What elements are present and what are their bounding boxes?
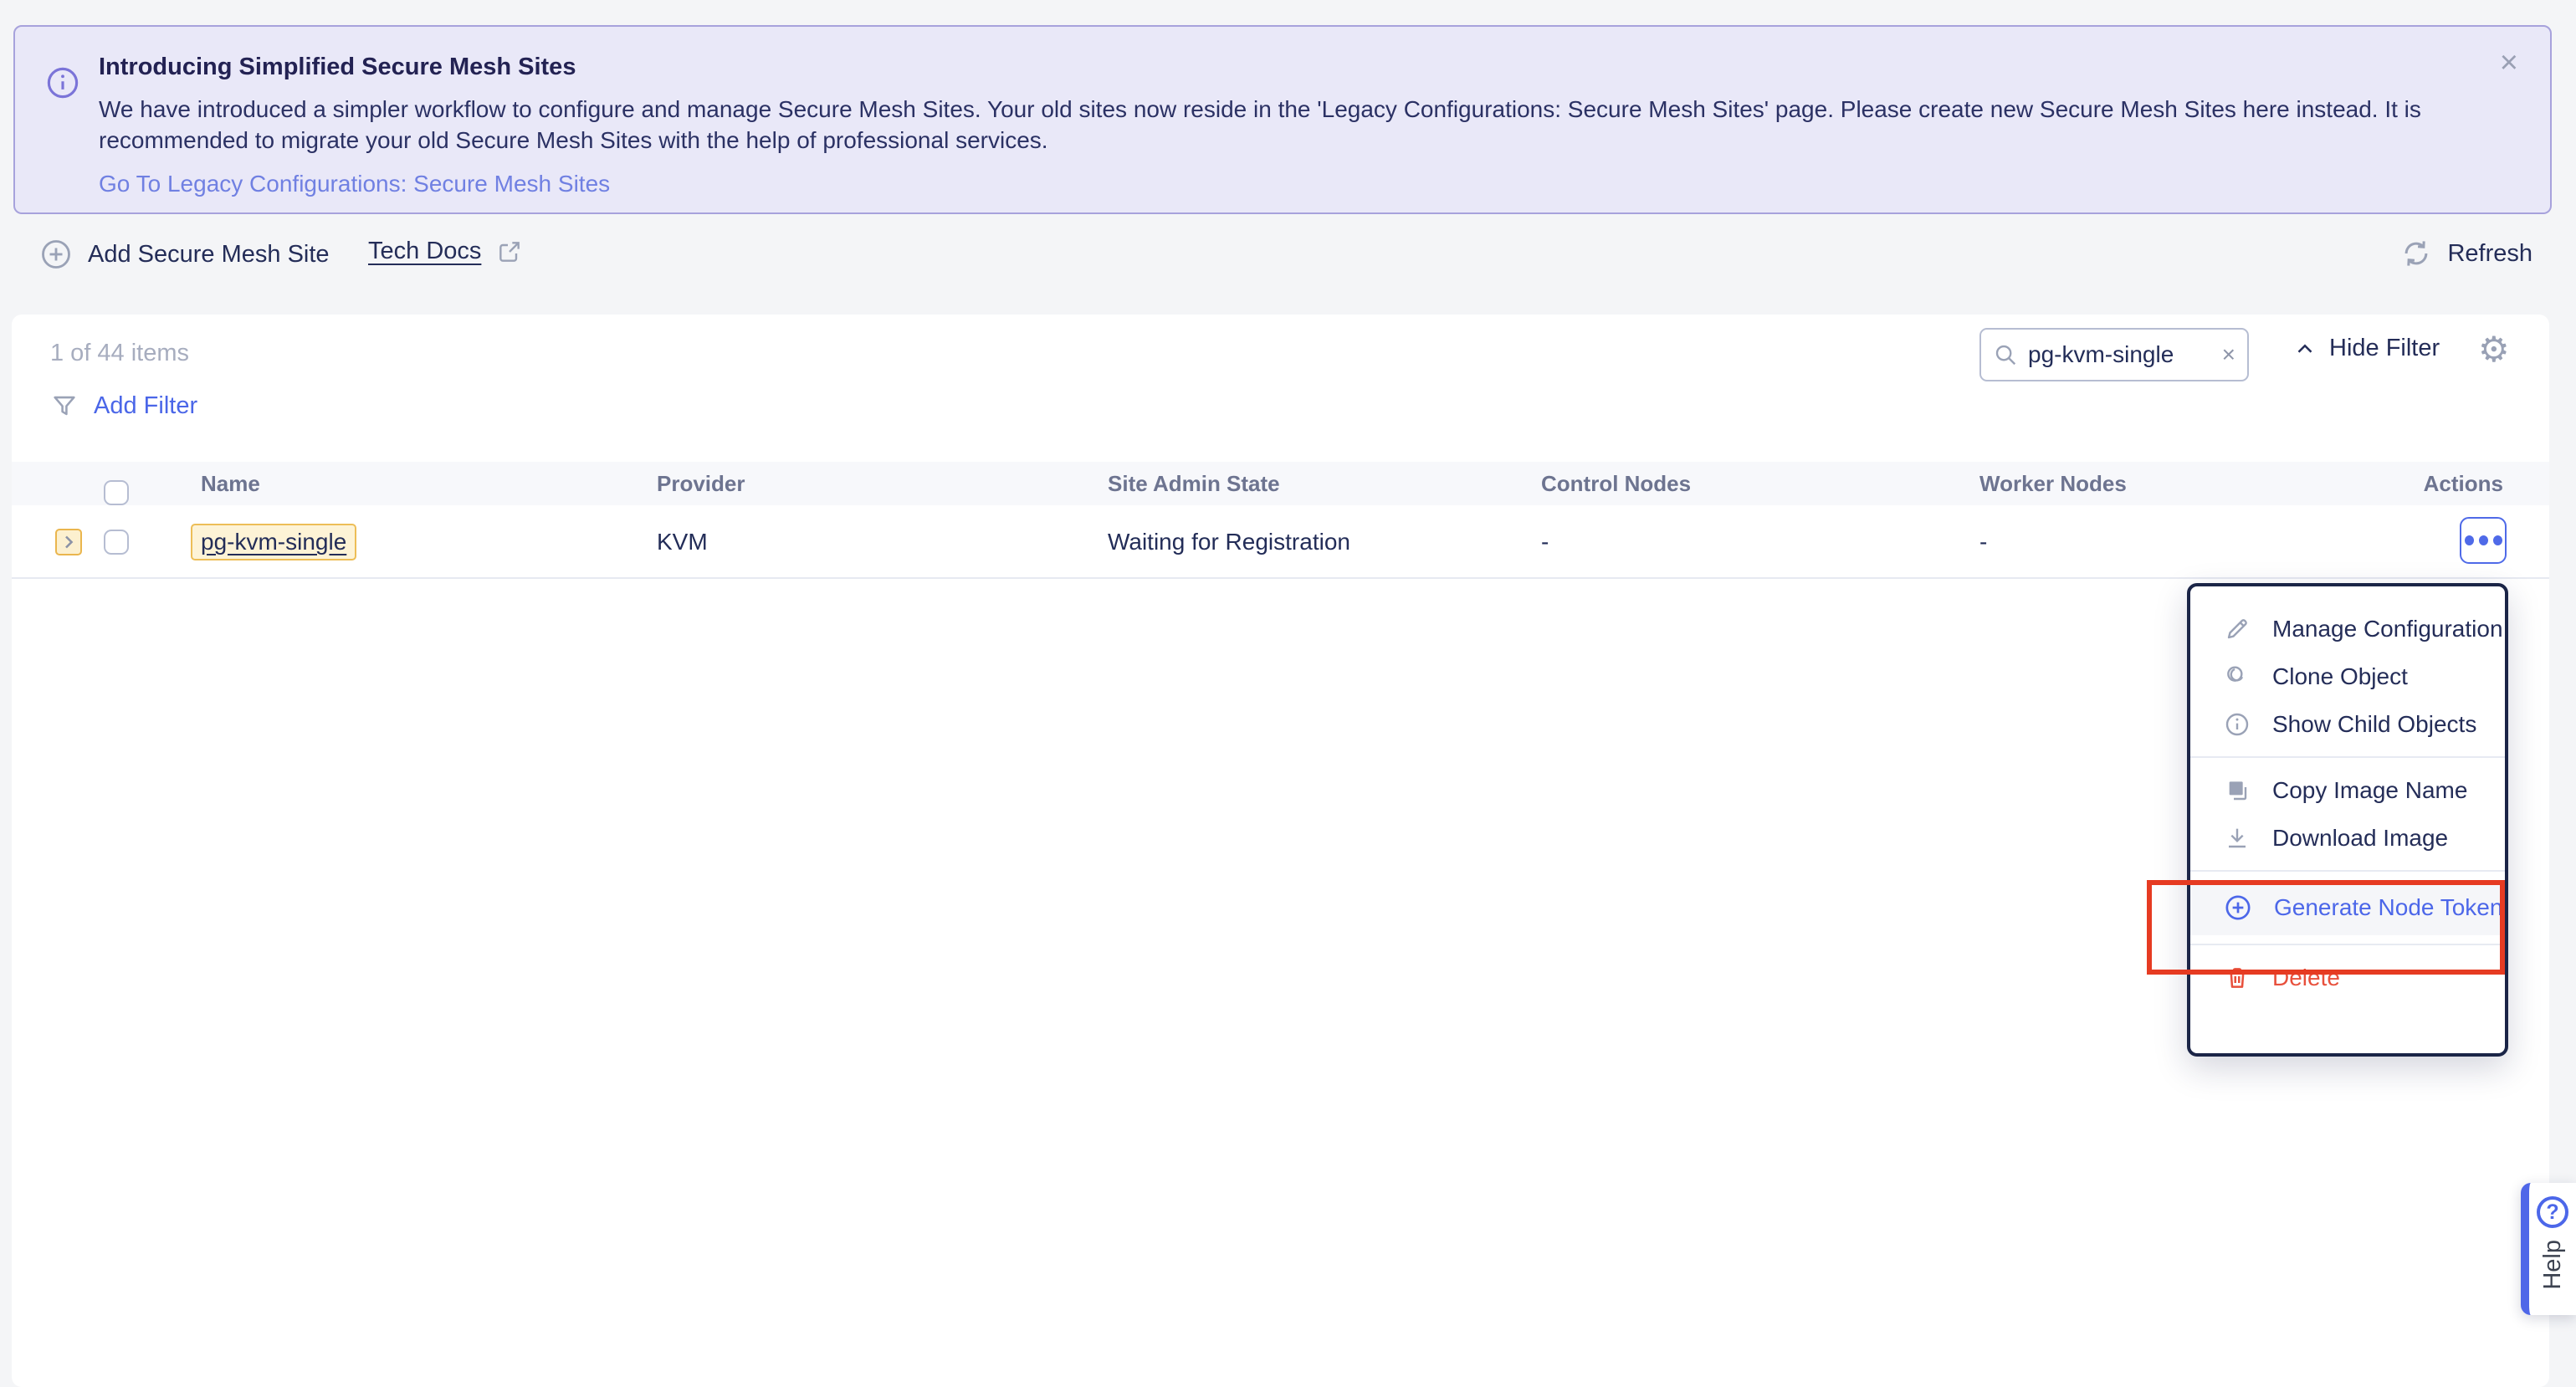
- refresh-button[interactable]: Refresh: [2400, 238, 2532, 269]
- tech-docs-label: Tech Docs: [368, 238, 481, 265]
- row-actions-menu: Manage Configuration Clone Object Show C…: [2187, 583, 2508, 1057]
- download-icon: [2224, 825, 2251, 852]
- banner-title: Introducing Simplified Secure Mesh Sites: [99, 52, 2500, 82]
- site-name-link[interactable]: pg-kvm-single: [191, 524, 356, 560]
- tech-docs-link[interactable]: Tech Docs: [368, 238, 523, 265]
- column-header-actions: Actions: [2421, 462, 2503, 505]
- column-header-control-nodes[interactable]: Control Nodes: [1541, 462, 1691, 505]
- menu-divider: [2190, 870, 2505, 872]
- help-question-icon: ?: [2537, 1196, 2568, 1228]
- column-header-name[interactable]: Name: [201, 462, 260, 505]
- filter-funnel-icon: [50, 392, 79, 420]
- info-icon: [45, 65, 80, 100]
- table-header: Name Provider Site Admin State Control N…: [12, 462, 2549, 505]
- row-expander-chevron-icon[interactable]: [55, 529, 82, 555]
- menu-item-label: Generate Node Token: [2274, 894, 2502, 921]
- external-link-icon: [496, 238, 523, 265]
- gear-icon[interactable]: ⚙: [2478, 330, 2510, 370]
- menu-item-label: Delete: [2272, 965, 2340, 991]
- menu-item-download-image[interactable]: Download Image: [2190, 814, 2505, 862]
- menu-item-generate-node-token[interactable]: Generate Node Token: [2190, 880, 2505, 935]
- refresh-icon: [2400, 238, 2432, 269]
- search-icon: [1993, 342, 2018, 367]
- menu-item-label: Download Image: [2272, 825, 2448, 852]
- plus-circle-icon: [39, 238, 73, 271]
- menu-item-label: Manage Configuration: [2272, 616, 2503, 642]
- search-box[interactable]: ×: [1979, 328, 2249, 381]
- copy-icon: [2224, 777, 2251, 804]
- help-label: Help: [2539, 1240, 2567, 1290]
- pencil-icon: [2224, 616, 2251, 642]
- add-filter-button[interactable]: Add Filter: [50, 392, 197, 420]
- refresh-label: Refresh: [2447, 240, 2532, 268]
- help-tab[interactable]: ? Help: [2521, 1183, 2576, 1315]
- menu-item-show-child-objects[interactable]: Show Child Objects: [2190, 700, 2505, 748]
- banner-body: We have introduced a simpler workflow to…: [99, 94, 2500, 156]
- hide-filter-button[interactable]: Hide Filter: [2292, 335, 2440, 362]
- banner-close-icon[interactable]: ×: [2500, 47, 2518, 79]
- column-header-provider[interactable]: Provider: [657, 462, 745, 505]
- cell-site-admin-state: Waiting for Registration: [1108, 505, 1350, 579]
- ellipsis-dot: [2479, 535, 2488, 545]
- hide-filter-label: Hide Filter: [2329, 335, 2440, 362]
- items-count: 1 of 44 items: [50, 340, 189, 367]
- trash-icon: [2224, 965, 2251, 991]
- cell-provider: KVM: [657, 505, 708, 579]
- search-clear-icon[interactable]: ×: [2222, 341, 2235, 368]
- menu-divider: [2190, 756, 2505, 758]
- info-banner: Introducing Simplified Secure Mesh Sites…: [13, 25, 2552, 214]
- row-actions-ellipsis-button[interactable]: [2460, 517, 2507, 564]
- plus-circle-icon: [2224, 893, 2252, 922]
- cell-control-nodes: -: [1541, 505, 1549, 579]
- column-header-site-admin-state[interactable]: Site Admin State: [1108, 462, 1280, 505]
- search-input[interactable]: [2028, 341, 2187, 368]
- menu-item-delete[interactable]: Delete: [2190, 954, 2505, 1001]
- chevron-up-icon: [2292, 336, 2317, 361]
- menu-item-label: Copy Image Name: [2272, 777, 2467, 804]
- ellipsis-dot: [2493, 535, 2502, 545]
- menu-item-label: Show Child Objects: [2272, 711, 2476, 738]
- menu-item-copy-image-name[interactable]: Copy Image Name: [2190, 766, 2505, 814]
- add-button-label: Add Secure Mesh Site: [88, 241, 330, 269]
- column-header-worker-nodes[interactable]: Worker Nodes: [1979, 462, 2127, 505]
- toolbar: Add Secure Mesh Site Tech Docs Refresh: [0, 233, 2576, 286]
- sites-table-card: 1 of 44 items × Hide Filter ⚙ Add Filter: [12, 315, 2549, 1387]
- ellipsis-dot: [2465, 535, 2474, 545]
- menu-item-label: Clone Object: [2272, 663, 2408, 690]
- add-secure-mesh-site-button[interactable]: Add Secure Mesh Site: [39, 238, 330, 271]
- menu-item-manage-configuration[interactable]: Manage Configuration: [2190, 605, 2505, 653]
- menu-divider: [2190, 944, 2505, 945]
- add-filter-label: Add Filter: [94, 392, 197, 420]
- legacy-configurations-link[interactable]: Go To Legacy Configurations: Secure Mesh…: [99, 171, 610, 197]
- row-checkbox[interactable]: [104, 530, 129, 555]
- select-all-checkbox[interactable]: [104, 480, 129, 505]
- info-circle-icon: [2224, 711, 2251, 738]
- table-row: pg-kvm-single KVM Waiting for Registrati…: [12, 505, 2549, 579]
- menu-item-clone-object[interactable]: Clone Object: [2190, 653, 2505, 700]
- clone-icon: [2224, 663, 2251, 690]
- cell-worker-nodes: -: [1979, 505, 1987, 579]
